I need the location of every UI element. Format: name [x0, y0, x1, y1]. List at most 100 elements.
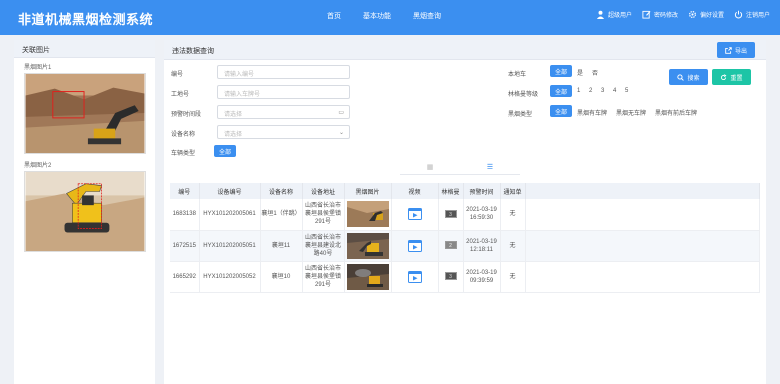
smoke-thumbnail[interactable]	[346, 201, 389, 228]
ringelmann-option-4[interactable]: 4	[613, 88, 616, 94]
time-range-picker[interactable]: 请选择 ▭	[217, 105, 350, 119]
cell-video	[391, 199, 439, 231]
reset-label: 重置	[730, 75, 743, 82]
table-row[interactable]: 1683138 HYX101202005061 襄垣1（伴跳） 山西省长治市襄垣…	[170, 199, 760, 231]
top-bar: 非道机械黑烟检测系统 首页 基本功能 黑烟查询 超级用户 密码修改 偏好设置 注…	[0, 0, 780, 35]
related-images-panel: 关联图片 黑烟图片1 黑烟图片2	[14, 40, 155, 384]
smoke-type-front-rear-plate[interactable]: 黑烟有前后车牌	[655, 108, 697, 117]
col-video: 视频	[391, 183, 439, 199]
ringelmann-badge: 3	[444, 209, 457, 218]
cell-device-name: 襄垣10	[260, 261, 303, 293]
change-password-button[interactable]: 密码修改	[642, 10, 678, 19]
cell-notice: 无	[500, 230, 526, 262]
change-password-label: 密码修改	[653, 13, 678, 19]
col-notice: 通知单	[500, 183, 526, 199]
reset-button[interactable]: 重置	[712, 69, 751, 85]
table-row[interactable]: 1672515 HYX101202005051 襄垣11 山西省长治市襄垣县建设…	[170, 230, 760, 262]
video-icon[interactable]	[407, 239, 422, 252]
vehicle-type-all-chip[interactable]: 全部	[214, 145, 237, 157]
list-view-tab[interactable]: ☰	[460, 163, 520, 174]
nav-smoke-query[interactable]: 黑烟查询	[413, 11, 441, 21]
cell-id: 1683138	[170, 199, 200, 231]
ringelmann-option-1[interactable]: 1	[577, 88, 580, 94]
ringelmann-option-3[interactable]: 3	[601, 88, 604, 94]
local-no-option[interactable]: 否	[592, 68, 598, 77]
cell-id: 1665292	[170, 261, 200, 293]
video-icon[interactable]	[407, 208, 422, 221]
cell-smoke-image	[344, 230, 392, 262]
smoke-type-no-plate[interactable]: 黑烟无车牌	[616, 108, 646, 117]
smoke-thumbnail[interactable]	[346, 232, 389, 259]
time-range-label: 预警时间段	[171, 112, 202, 118]
time-range-placeholder: 请选择	[224, 112, 243, 118]
calendar-icon: ▭	[338, 110, 344, 116]
col-alert-time: 预警时间	[463, 183, 501, 199]
violation-table: 编号 设备编号 设备名称 设备地址 黑烟图片 视频 林格曼 预警时间 通知单 1…	[170, 183, 760, 293]
cell-alert-time: 2021-03-19 12:18:11	[463, 230, 501, 262]
cell-device-name: 襄垣11	[260, 230, 303, 262]
site-label: 工地号	[171, 92, 190, 98]
serial-placeholder: 请输入编号	[224, 72, 255, 78]
cell-notice: 无	[500, 199, 526, 231]
table-header-row: 编号 设备编号 设备名称 设备地址 黑烟图片 视频 林格曼 预警时间 通知单	[170, 183, 760, 199]
table-row[interactable]: 1665292 HYX101202005052 襄垣10 山西省长治市襄垣县侯堡…	[170, 261, 760, 293]
smoke-type-with-plate[interactable]: 黑烟有车牌	[577, 108, 607, 117]
ringelmann-option-2[interactable]: 2	[589, 88, 592, 94]
grid-view-tab[interactable]: ▦	[400, 163, 460, 174]
export-label: 导出	[734, 48, 747, 55]
cell-device-no: HYX101202005051	[199, 230, 261, 262]
ringelmann-level-label: 林格曼等级	[508, 92, 539, 98]
cell-ringelmann: 2	[438, 230, 464, 262]
cell-id: 1672515	[170, 230, 200, 262]
site-input[interactable]: 请输入车牌号	[217, 85, 350, 99]
nav-home[interactable]: 首页	[327, 11, 341, 21]
chevron-down-icon: ⌄	[338, 130, 344, 136]
violation-query-title: 违法数据查询	[164, 40, 766, 60]
cell-video	[391, 261, 439, 293]
power-icon	[734, 10, 743, 19]
user-button[interactable]: 超级用户	[596, 10, 632, 19]
cell-filler	[525, 199, 760, 231]
cell-smoke-image	[344, 199, 392, 231]
violation-query-panel: 违法数据查询 导出 编号 请输入编号 工地号 请输入车牌号 预警时间段 请选择 ▭…	[164, 40, 766, 384]
device-name-select[interactable]: 请选择 ⌄	[217, 125, 350, 139]
smoke-type-all-chip[interactable]: 全部	[550, 105, 573, 117]
smoke-thumbnail[interactable]	[346, 263, 389, 290]
smoke-type-label: 黑烟类型	[508, 112, 533, 118]
cell-ringelmann: 3	[438, 261, 464, 293]
preferences-button[interactable]: 偏好设置	[688, 10, 724, 19]
search-icon	[677, 73, 685, 81]
smoke-image-2-label: 黑烟图片2	[24, 163, 52, 169]
cell-filler	[525, 261, 760, 293]
nav-basic-functions[interactable]: 基本功能	[363, 11, 391, 21]
col-id: 编号	[170, 183, 200, 199]
local-yes-option[interactable]: 是	[577, 68, 583, 77]
smoke-image-2[interactable]	[24, 171, 146, 252]
ringelmann-option-5[interactable]: 5	[625, 88, 628, 94]
video-icon[interactable]	[407, 270, 422, 283]
export-icon	[725, 46, 732, 54]
cell-video	[391, 230, 439, 262]
cell-alert-time: 2021-03-19 16:59:30	[463, 199, 501, 231]
search-button[interactable]: 搜索	[669, 69, 708, 85]
ringelmann-badge: 2	[444, 241, 457, 249]
edit-icon	[642, 10, 651, 19]
cell-device-no: HYX101202005061	[199, 199, 261, 231]
logout-label: 注销用户	[745, 13, 770, 19]
gear-icon	[688, 10, 696, 19]
vehicle-type-label: 车辆类型	[171, 151, 196, 157]
serial-input[interactable]: 请输入编号	[217, 65, 350, 79]
logout-button[interactable]: 注销用户	[734, 10, 770, 19]
serial-label: 编号	[171, 72, 184, 78]
site-placeholder: 请输入车牌号	[224, 92, 261, 98]
cell-address: 山西省长治市襄垣县建设北路40号	[302, 230, 345, 262]
local-vehicle-label: 本地车	[508, 72, 527, 78]
cell-notice: 无	[500, 261, 526, 293]
smoke-image-1[interactable]	[24, 73, 146, 154]
user-icon	[596, 10, 605, 19]
export-button[interactable]: 导出	[717, 42, 755, 58]
ringelmann-all-chip[interactable]: 全部	[550, 85, 573, 97]
main-nav: 首页 基本功能 黑烟查询	[318, 11, 441, 21]
local-all-chip[interactable]: 全部	[550, 65, 573, 77]
related-images-title: 关联图片	[14, 40, 155, 58]
